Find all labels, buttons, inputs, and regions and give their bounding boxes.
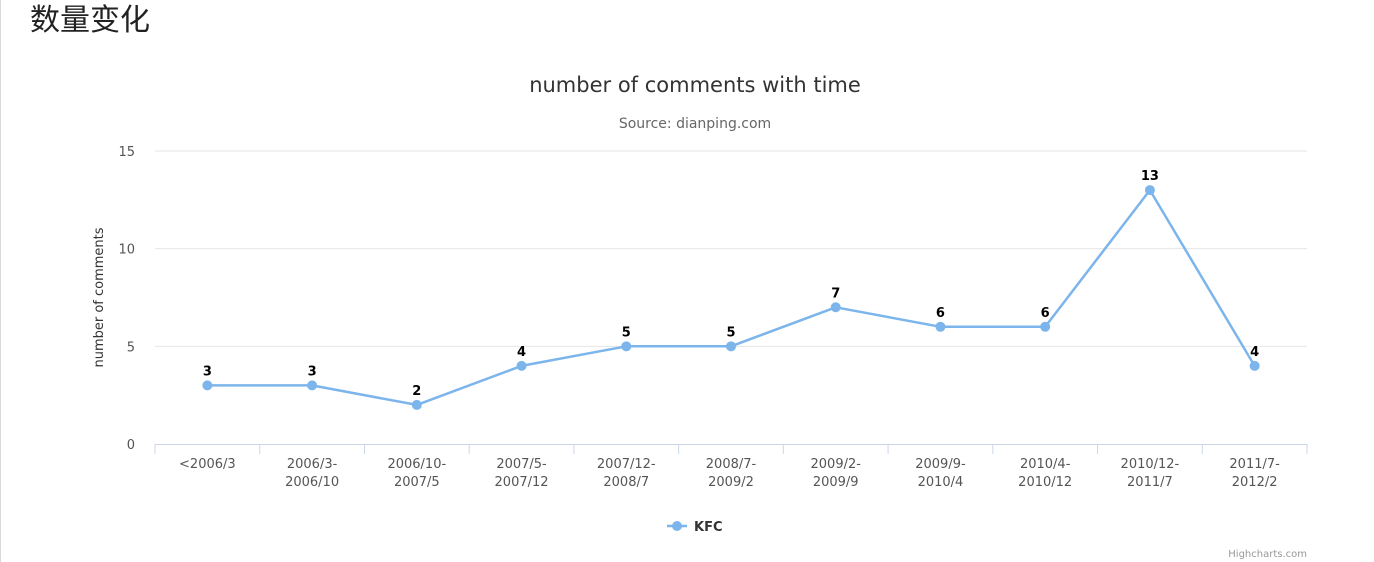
data-point[interactable]: [411, 399, 422, 410]
y-axis-title: number of comments: [92, 227, 107, 367]
data-label: 3: [203, 364, 212, 379]
x-tick-label-line: 2012/2: [1232, 475, 1278, 490]
x-tick-label-line: 2009/2-: [811, 457, 862, 472]
data-label: 6: [936, 306, 945, 321]
x-tick-label: 2011/7- 2012/2: [1229, 457, 1280, 490]
y-tick-label: 5: [127, 340, 135, 355]
data-point[interactable]: [726, 341, 736, 352]
x-tick-label: 2006/10- 2007/5: [387, 457, 446, 490]
x-tick-label-line: 2011/7-: [1229, 457, 1280, 472]
line-chart: number of comments with time Source: dia…: [92, 73, 1308, 560]
data-point[interactable]: [1144, 185, 1155, 196]
x-tick-label-line: 2008/7-: [706, 457, 757, 472]
x-tick-label: 2007/12- 2008/7: [597, 457, 656, 490]
x-tick-label: 2010/4- 2010/12: [1018, 457, 1072, 490]
data-point[interactable]: [621, 341, 632, 352]
data-label: 5: [622, 325, 631, 340]
data-point[interactable]: [202, 380, 213, 391]
data-point[interactable]: [830, 302, 841, 313]
x-tick-label: 2009/9- 2010/4: [915, 457, 966, 490]
x-tick-label: <2006/3: [179, 457, 236, 472]
series-kfc[interactable]: [202, 185, 1260, 410]
x-tick-label-line: 2009/9-: [915, 457, 966, 472]
data-point[interactable]: [307, 380, 318, 391]
x-tick-label-line: 2009/9: [813, 475, 859, 490]
legend-label[interactable]: KFC: [694, 520, 723, 535]
x-axis: <2006/3 2006/3- 2006/10 2006/10- 2007/5 2007/…: [154, 444, 1308, 490]
x-tick-label: 2008/7- 2009/2: [706, 457, 757, 490]
data-label: 7: [831, 286, 840, 301]
data-label: 4: [517, 345, 526, 360]
data-label: 4: [1250, 345, 1259, 360]
data-labels: 3 3 2 4 5 5 7 6 6 13 4: [201, 168, 1260, 401]
legend-marker-icon[interactable]: [672, 521, 682, 531]
y-axis: 0 5 10 15 number of comments: [92, 145, 135, 453]
x-tick-label-line: 2009/2: [708, 475, 754, 490]
data-point[interactable]: [1249, 360, 1260, 371]
credits-link[interactable]: Highcharts.com: [1228, 549, 1307, 560]
data-point[interactable]: [935, 321, 946, 332]
x-tick-label-line: 2007/12-: [597, 457, 656, 472]
data-point[interactable]: [1040, 321, 1051, 332]
data-point[interactable]: [516, 360, 527, 371]
data-label: 13: [1141, 169, 1159, 184]
data-label: 6: [1041, 306, 1050, 321]
x-tick-label-line: 2006/3-: [287, 457, 338, 472]
x-tick-label-line: 2010/12-: [1121, 457, 1180, 472]
data-label: 3: [308, 364, 317, 379]
x-tick-label: 2006/3- 2006/10: [285, 457, 339, 490]
x-tick-label: 2007/5- 2007/12: [495, 457, 549, 490]
data-label: 5: [726, 325, 735, 340]
x-tick-label-line: 2008/7: [603, 475, 649, 490]
y-tick-label: 10: [118, 243, 135, 258]
chart-title: number of comments with time: [529, 73, 861, 97]
legend[interactable]: KFC: [667, 520, 723, 535]
x-tick-label-line: 2007/5-: [496, 457, 547, 472]
x-tick-label-line: 2007/12: [495, 475, 549, 490]
x-tick-label-line: 2007/5: [394, 475, 440, 490]
series-line[interactable]: [206, 188, 1256, 407]
x-tick-label-line: 2010/4-: [1020, 457, 1071, 472]
x-tick-label-line: 2011/7: [1127, 475, 1173, 490]
x-tick-label-line: <2006/3: [179, 457, 236, 472]
x-tick-label-line: 2010/12: [1018, 475, 1072, 490]
x-tick-label-line: 2006/10-: [387, 457, 446, 472]
y-tick-label: 15: [118, 145, 135, 160]
x-tick-label: 2010/12- 2011/7: [1121, 457, 1180, 490]
chart-subtitle: Source: dianping.com: [619, 116, 771, 132]
data-label: 2: [412, 384, 421, 399]
x-tick-label-line: 2010/4: [918, 475, 964, 490]
y-gridlines: [155, 150, 1307, 347]
x-tick-label-line: 2006/10: [285, 475, 339, 490]
y-tick-label: 0: [127, 438, 135, 453]
x-tick-label: 2009/2- 2009/9: [811, 457, 862, 490]
